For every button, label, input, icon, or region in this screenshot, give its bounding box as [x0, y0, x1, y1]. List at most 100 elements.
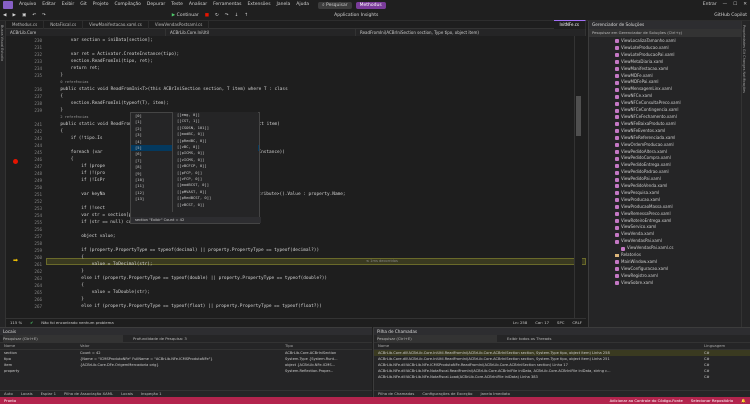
menu-item[interactable]: Janela	[274, 0, 294, 10]
solution-item[interactable]: ViewNFCeConsultaPreco.xaml	[615, 100, 741, 107]
solution-item[interactable]: ViewRegistro.xaml	[615, 273, 741, 280]
solution-item[interactable]: ViewNFCeContingencia.xaml	[615, 107, 741, 114]
menu-item[interactable]: Analisar	[186, 0, 210, 10]
repo-button[interactable]: Selecionar Repositório	[687, 397, 737, 404]
method-dropdown[interactable]: ReadFromIni(ACBrIniSection section, Type…	[356, 29, 586, 36]
menu-item[interactable]: Teste	[168, 0, 186, 10]
menu-item[interactable]: Extensões	[244, 0, 273, 10]
solution-item[interactable]: ViewLoteProducaoPai.xaml	[615, 52, 741, 59]
solution-item[interactable]: ViewProducao.xaml	[615, 197, 741, 204]
datatip-expansion[interactable]: [[emg, 0]] [[CST, 1]] [[CSOSN, 101]] [[modB…	[172, 112, 258, 212]
solution-item[interactable]: ViewPedidoCompra.xaml	[615, 155, 741, 162]
vertical-scrollbar[interactable]	[574, 36, 582, 318]
code-editor[interactable]: 230 var section = iniData[section]; 231 232…	[6, 36, 586, 318]
menu-item[interactable]: Projeto	[90, 0, 112, 10]
step-into-icon[interactable]: ↓	[232, 10, 242, 21]
step-over-icon[interactable]: ↷	[222, 10, 232, 21]
solution-item[interactable]: ViewMensagemLinx.xaml	[615, 86, 741, 93]
menu-item[interactable]: Ferramentas	[210, 0, 244, 10]
class-dropdown[interactable]: ACBrLib.Core.IniUtil	[166, 29, 356, 36]
app-insights-button[interactable]: Application Insights	[331, 10, 381, 21]
solution-item[interactable]: ViewPesquisa.xaml	[615, 190, 741, 197]
stop-icon[interactable]: ■	[202, 10, 212, 21]
search-box[interactable]: ⌕ Pesquisar	[318, 1, 352, 9]
locals-search-input[interactable]: Pesquisar (Ctrl+E)	[3, 335, 123, 342]
solution-item[interactable]: ViewPedidoVenda.xaml	[615, 183, 741, 190]
solution-item[interactable]: MainWindow.xaml	[615, 259, 741, 266]
show-threads-toggle[interactable]: Exibir todos os Threads	[507, 335, 551, 342]
solution-item[interactable]: ViewVenda.xaml	[615, 231, 741, 238]
source-control-button[interactable]: Adicionar ao Controle do Código-Fonte	[606, 397, 687, 404]
bell-icon[interactable]: 🔔	[737, 397, 750, 404]
line-number: 259	[34, 248, 42, 253]
solution-item[interactable]: ViewVendasPai.xaml	[615, 238, 741, 245]
restart-icon[interactable]: ↻	[212, 10, 222, 21]
solution-item[interactable]: ViewNFCeFechamento.xaml	[615, 114, 741, 121]
breakpoint-icon[interactable]	[13, 159, 18, 164]
search-depth[interactable]: Profundidade de Pesquisa: 3	[133, 335, 187, 342]
zoom-level[interactable]: 115 %	[6, 319, 26, 326]
solution-item[interactable]: ViewVendasPai.xaml.cs	[615, 245, 741, 252]
solution-item[interactable]: ViewNFeReferenciada.xaml	[615, 135, 741, 142]
right-strip-label[interactable]: Propriedades Git Changes Notificações	[742, 21, 746, 93]
menu-item[interactable]: Editar	[39, 0, 58, 10]
indent-mode[interactable]: SPC	[553, 319, 568, 326]
scrollbar-thumb[interactable]	[576, 96, 581, 136]
issues-text[interactable]: Não foi encontrado nenhum problema	[37, 319, 117, 326]
solution-item[interactable]: ViewProducaoMassa.xaml	[615, 204, 741, 211]
solution-item[interactable]: ViewManifestacao.xaml	[615, 66, 741, 73]
redo-icon[interactable]: ↷	[39, 10, 49, 21]
solution-item[interactable]: ViewNFeEventos.xaml	[615, 128, 741, 135]
solution-item[interactable]: ViewConfiguracao.xaml	[615, 266, 741, 273]
menu-item[interactable]: Compilação	[111, 0, 143, 10]
menu-item[interactable]: Ajuda	[293, 0, 312, 10]
tab-notafiscal[interactable]: NotaFiscal.cs	[44, 20, 84, 29]
solution-item[interactable]: ViewLoteProducao.xaml	[615, 45, 741, 52]
solution-item[interactable]: ViewNFeBaixaProduto.xaml	[615, 121, 741, 128]
solution-item[interactable]: ViewRemessaPreco.xaml	[615, 211, 741, 218]
reference-count[interactable]: 2 referências	[60, 115, 88, 119]
solution-item[interactable]: ViewMetaDiaria.xaml	[615, 59, 741, 66]
maximize-button[interactable]: ☐	[730, 0, 740, 10]
datatip-value[interactable]: [[vBCST, 0]]	[173, 202, 258, 208]
solution-item[interactable]: ViewLocalizaTamanho.xaml	[615, 38, 741, 45]
tab-methodus[interactable]: Methodus.cs	[6, 20, 45, 29]
solution-item[interactable]: ViewMDFePai.xaml	[615, 79, 741, 86]
back-icon[interactable]: ◀	[0, 10, 9, 21]
copilot-button[interactable]: GitHub Copilot	[711, 10, 750, 21]
close-button[interactable]: ✕	[740, 0, 750, 10]
undo-icon[interactable]: ↶	[29, 10, 39, 21]
callstack-search-input[interactable]: Pesquisar (Ctrl+E)	[377, 335, 497, 342]
solution-item[interactable]: ViewNFCe.xaml	[615, 93, 741, 100]
tab-viewvendaspai[interactable]: ViewVendasPostsaml.cs	[149, 20, 210, 29]
solution-item[interactable]: ViewServico.xaml	[615, 224, 741, 231]
save-icon[interactable]: ▣	[19, 10, 29, 21]
solution-item[interactable]: ViewSobre.xaml	[615, 280, 741, 287]
solution-item[interactable]: ViewPedidoPadrao.xaml	[615, 169, 741, 176]
solution-item[interactable]: Relatorios	[615, 252, 741, 259]
solution-item[interactable]: ViewPedidoPai.xaml	[615, 176, 741, 183]
left-strip-label[interactable]: Busca Visual Estudio	[0, 21, 4, 61]
callstack-row[interactable]: ACBrLib.NFe.dll!ACBrLib.NFe.NotaFiscal.L…	[374, 374, 750, 380]
tab-initnfe[interactable]: InitNFe.cs	[553, 20, 586, 29]
solution-item[interactable]: ViewPedidoAltera.xaml	[615, 149, 741, 156]
locals-row[interactable]: property System.Reflection.Proper...	[0, 368, 372, 374]
menu-item[interactable]: Exibir	[59, 0, 78, 10]
line-ending[interactable]: CRLF	[568, 319, 586, 326]
solution-item[interactable]: ViewMDFe.xaml	[615, 73, 741, 80]
solution-item[interactable]: ViewOrdemProducao.xaml	[615, 142, 741, 149]
menu-item[interactable]: Git	[77, 0, 90, 10]
menu-item[interactable]: Arquivo	[16, 0, 39, 10]
signin-link[interactable]: Entrar	[700, 0, 720, 10]
step-out-icon[interactable]: ↑	[241, 10, 251, 21]
forward-icon[interactable]: ▶	[9, 10, 18, 21]
minimize-button[interactable]: —	[720, 0, 731, 10]
solution-item[interactable]: ViewPedidoEntrega.xaml	[615, 162, 741, 169]
reference-count[interactable]: 0 referências	[60, 80, 88, 84]
menu-item[interactable]: Depurar	[144, 0, 168, 10]
solution-explorer-search[interactable]: Pesquisar em Gerenciador de Soluções (Ct…	[589, 29, 741, 37]
project-dropdown[interactable]: ACBrLib.Core	[6, 29, 166, 36]
tab-viewmanifestacao[interactable]: ViewManifestacao.xaml.cs	[83, 20, 149, 29]
solution-item[interactable]: ViewRoteiroEntrega.xaml	[615, 218, 741, 225]
continue-button[interactable]: ▶ Continuar	[169, 10, 202, 21]
